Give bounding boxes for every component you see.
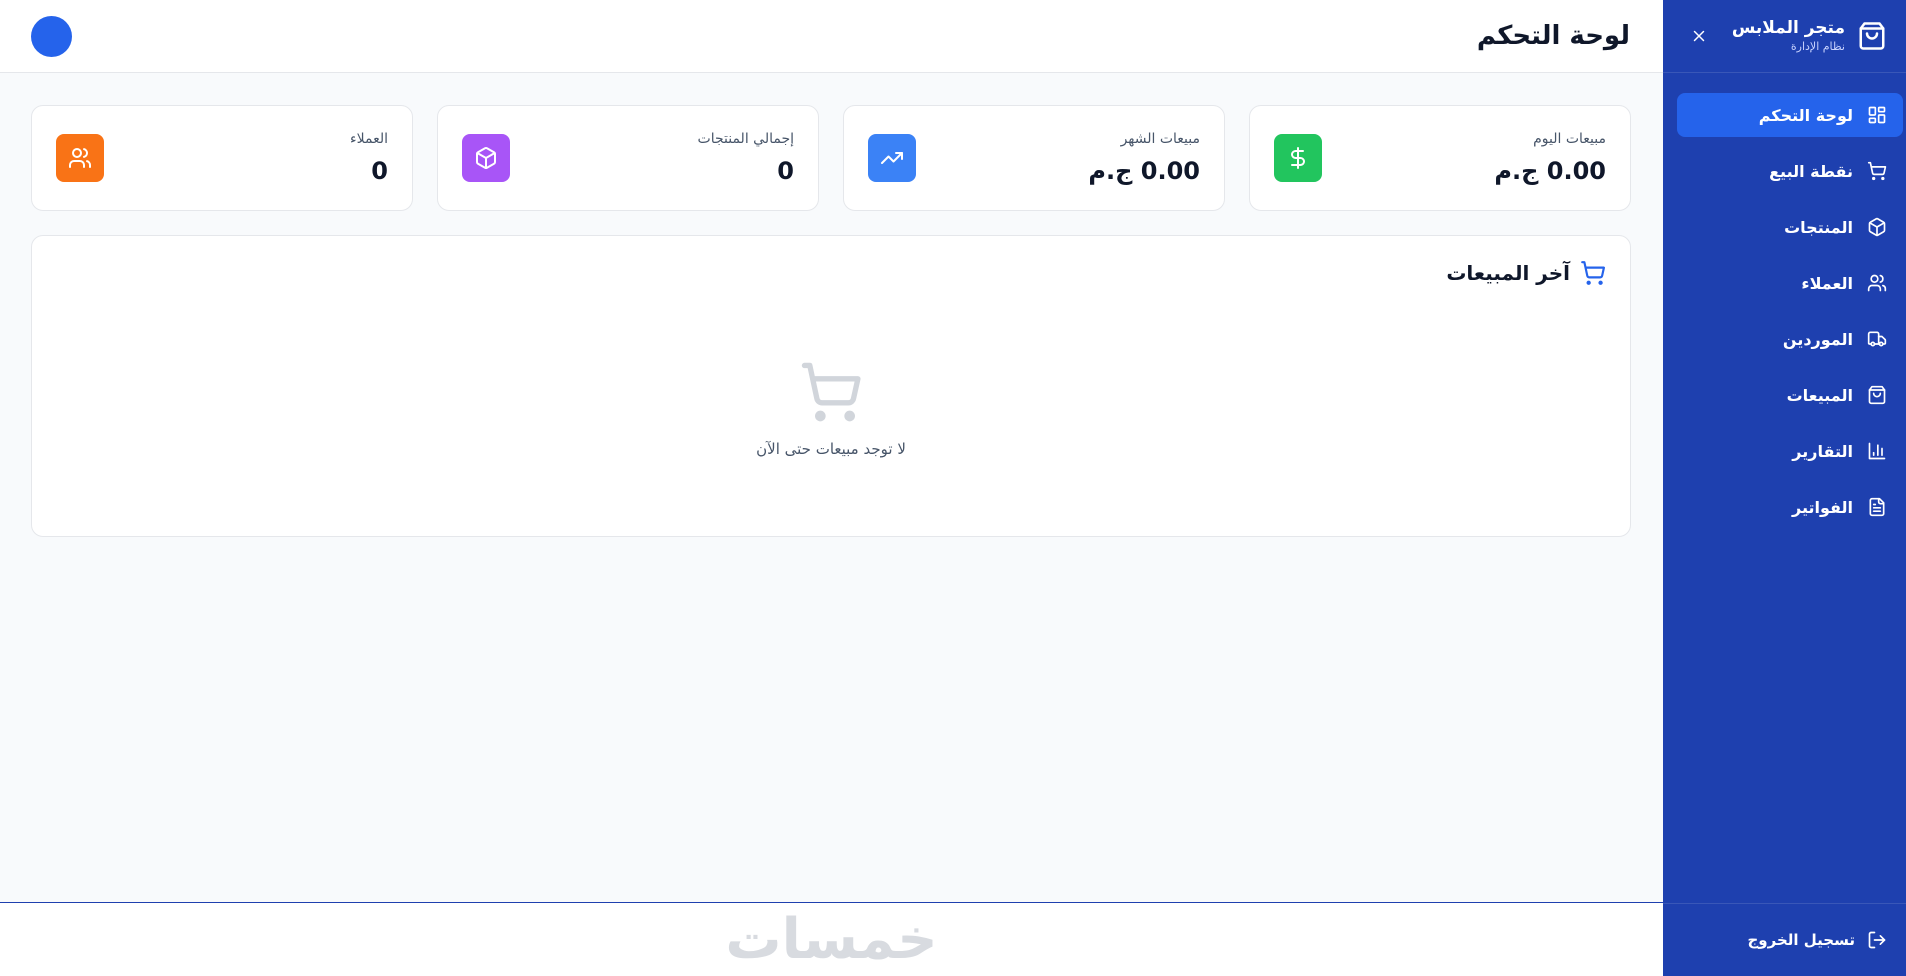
sidebar-item-label: الفواتير	[1791, 497, 1853, 517]
box-icon	[462, 134, 510, 182]
recent-sales-header: آخر المبيعات	[32, 236, 1630, 286]
trending-up-icon	[868, 134, 916, 182]
file-text-icon	[1867, 497, 1887, 517]
sidebar-header: متجر الملابس نظام الإدارة	[1663, 0, 1906, 73]
close-icon	[1693, 30, 1705, 42]
cart-icon	[1580, 260, 1606, 286]
truck-icon	[1867, 329, 1887, 349]
sidebar-item-label: التقارير	[1792, 441, 1853, 461]
cart-icon	[799, 360, 863, 424]
empty-state: لا توجد مبيعات حتى الآن	[32, 360, 1630, 458]
bar-chart-icon	[1867, 441, 1887, 461]
sidebar-item-suppliers[interactable]: الموردين	[1677, 317, 1903, 361]
stat-card-total-products: إجمالي المنتجات 0	[437, 105, 819, 211]
sidebar-item-label: نقطة البيع	[1769, 161, 1853, 181]
sidebar-item-label: المبيعات	[1786, 385, 1853, 405]
dashboard-icon	[1867, 105, 1887, 125]
close-sidebar-button[interactable]	[1683, 20, 1715, 52]
stat-card-month-sales: مبيعات الشهر 0.00 ج.م	[843, 105, 1225, 211]
stat-card-today-sales: مبيعات اليوم 0.00 ج.م	[1249, 105, 1631, 211]
stat-value: 0	[777, 157, 794, 185]
sidebar-item-invoices[interactable]: الفواتير	[1677, 485, 1903, 529]
stat-label: مبيعات الشهر	[1120, 131, 1200, 147]
stats-row: مبيعات اليوم 0.00 ج.م مبيعات الشهر 0.00 …	[31, 105, 1631, 211]
top-bar: لوحة التحكم	[0, 0, 1663, 73]
stat-card-customers: العملاء 0	[31, 105, 413, 211]
sidebar-item-label: الموردين	[1782, 329, 1853, 349]
sidebar-item-label: لوحة التحكم	[1758, 105, 1853, 125]
stat-label: إجمالي المنتجات	[697, 131, 794, 147]
dollar-icon	[1274, 134, 1322, 182]
brand-title: متجر الملابس	[1731, 18, 1845, 38]
sidebar: متجر الملابس نظام الإدارة لوحة التحكم نق…	[1663, 0, 1906, 976]
sidebar-item-reports[interactable]: التقارير	[1677, 429, 1903, 473]
empty-state-text: لا توجد مبيعات حتى الآن	[756, 440, 906, 458]
recent-sales-panel: آخر المبيعات لا توجد مبيعات حتى الآن	[31, 235, 1631, 537]
stat-label: العملاء	[350, 131, 388, 147]
brand-subtitle: نظام الإدارة	[1790, 40, 1845, 53]
sidebar-footer: تسجيل الخروج	[1663, 903, 1906, 976]
brand: متجر الملابس نظام الإدارة	[1732, 17, 1887, 55]
bottom-band: خمسات	[0, 902, 1663, 976]
logout-button[interactable]: تسجيل الخروج	[1748, 930, 1888, 950]
box-icon	[1867, 217, 1887, 237]
sidebar-item-customers[interactable]: العملاء	[1677, 261, 1903, 305]
recent-sales-title: آخر المبيعات	[1446, 261, 1570, 285]
stat-value: 0	[371, 157, 388, 185]
sidebar-item-dashboard[interactable]: لوحة التحكم	[1677, 93, 1903, 137]
stat-value: 0.00 ج.م	[1088, 157, 1200, 185]
logout-icon	[1867, 930, 1887, 950]
logout-label: تسجيل الخروج	[1747, 931, 1856, 949]
shopping-bag-icon	[1867, 385, 1887, 405]
cart-icon	[1867, 161, 1887, 181]
avatar[interactable]	[31, 15, 72, 57]
shopping-bag-icon	[1857, 21, 1887, 51]
sidebar-item-label: العملاء	[1801, 273, 1853, 293]
sidebar-nav: لوحة التحكم نقطة البيع المنتجات العملاء …	[1663, 73, 1906, 529]
stat-label: مبيعات اليوم	[1533, 131, 1606, 147]
sidebar-item-label: المنتجات	[1784, 217, 1853, 237]
users-icon	[1867, 273, 1887, 293]
stat-value: 0.00 ج.م	[1494, 157, 1606, 185]
page-title: لوحة التحكم	[1476, 21, 1630, 51]
sidebar-item-pos[interactable]: نقطة البيع	[1677, 149, 1903, 193]
sidebar-item-products[interactable]: المنتجات	[1677, 205, 1903, 249]
sidebar-item-sales[interactable]: المبيعات	[1677, 373, 1903, 417]
users-icon	[56, 134, 104, 182]
watermark-logo: خمسات	[725, 907, 938, 972]
